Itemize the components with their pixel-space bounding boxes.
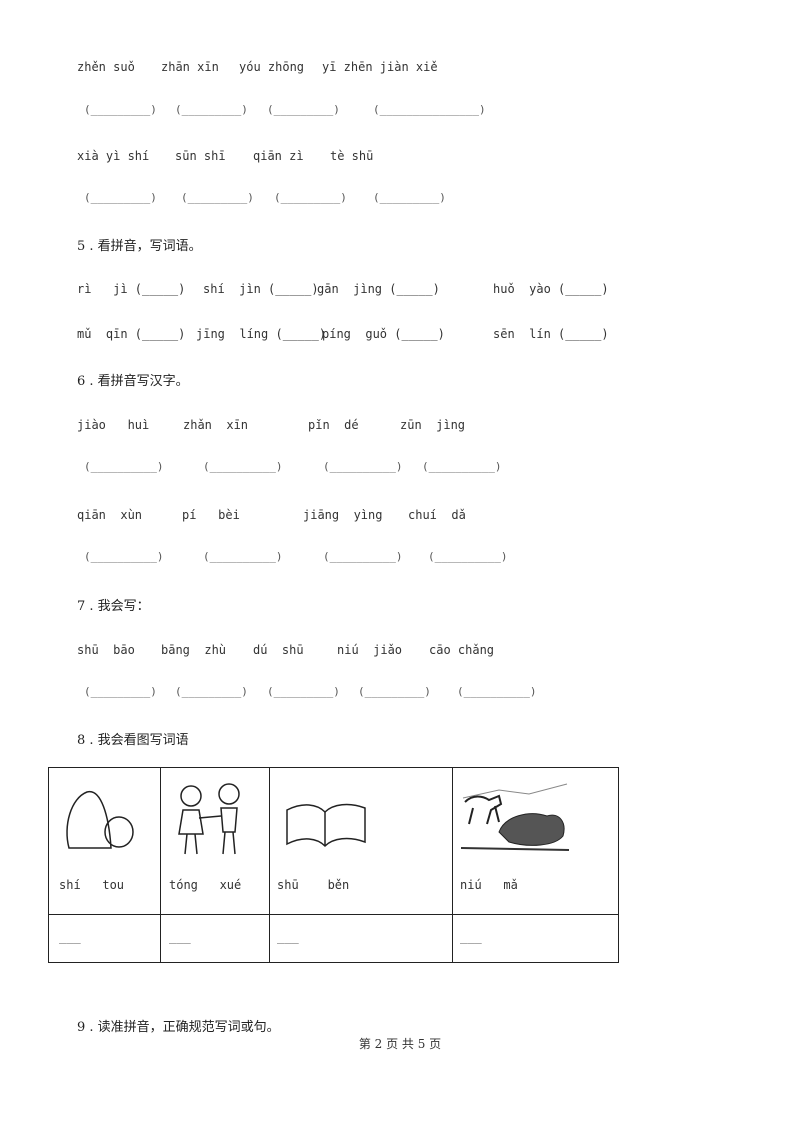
pinyin: jiāng yìng xyxy=(303,508,383,522)
divider xyxy=(160,768,161,962)
question-9-title: 9 . 读准拼音，正确规范写词或句。 xyxy=(77,1020,280,1035)
answer-blank[interactable]: ___ xyxy=(277,930,299,944)
answer-blank[interactable]: (_________) xyxy=(175,102,248,118)
answer-blank[interactable]: (__________) xyxy=(84,459,163,475)
answer-blank[interactable]: (_________) xyxy=(84,102,157,118)
answer-blank[interactable]: (__________) xyxy=(84,549,163,565)
pinyin-blank[interactable]: shí jìn (_____) xyxy=(203,281,319,297)
question-5-title: 5 . 看拼音，写词语。 xyxy=(77,239,202,254)
answer-blank[interactable]: (_________) xyxy=(84,190,157,206)
answer-blank[interactable]: ___ xyxy=(169,930,191,944)
question-7-title: 7 . 我会写： xyxy=(77,599,150,614)
answer-blank[interactable]: (_________) xyxy=(267,684,340,700)
pinyin: niú jiǎo xyxy=(337,643,403,657)
answer-blank[interactable]: (_______________) xyxy=(373,102,486,118)
pinyin-blank[interactable]: mǔ qīn (_____) xyxy=(77,326,185,342)
answer-blank[interactable]: ___ xyxy=(460,930,482,944)
question-6-title: 6 . 看拼音写汉字。 xyxy=(77,374,189,389)
answer-blank[interactable]: (__________) xyxy=(422,459,501,475)
pinyin-blank[interactable]: huǒ yào (_____) xyxy=(493,281,609,297)
answer-blank[interactable]: (_________) xyxy=(358,684,431,700)
picture-word-table: shí tou tóng xué shū běn niú mǎ ___ ___ … xyxy=(48,767,619,963)
divider xyxy=(269,768,270,962)
pinyin: zhān xīn xyxy=(161,60,219,74)
divider xyxy=(452,768,453,962)
pinyin: yóu zhōng xyxy=(239,60,305,74)
pinyin-blank[interactable]: sēn lín (_____) xyxy=(493,326,609,342)
pinyin: sūn shī xyxy=(175,149,226,163)
pinyin: zhǎn xīn xyxy=(183,418,249,432)
question-8-title: 8 . 我会看图写词语 xyxy=(77,733,189,748)
pinyin: yī zhēn jiàn xiě xyxy=(322,60,438,74)
answer-blank[interactable]: (__________) xyxy=(323,549,402,565)
pinyin: qiān zì xyxy=(253,149,304,163)
pinyin-blank[interactable]: rì jì (_____) xyxy=(77,281,185,297)
cell-pinyin: shū běn xyxy=(277,878,350,892)
divider xyxy=(49,914,618,915)
cow-and-horse-picture xyxy=(460,783,570,851)
pinyin: shū bāo xyxy=(77,643,135,657)
pinyin-blank[interactable]: gān jìng (_____) xyxy=(317,281,440,297)
classmates-picture xyxy=(178,783,240,855)
answer-blank[interactable]: (_________) xyxy=(84,684,157,700)
cell-pinyin: shí tou xyxy=(59,878,125,892)
stone-picture xyxy=(66,791,134,849)
answer-blank[interactable]: (_________) xyxy=(267,102,340,118)
answer-blank[interactable]: (__________) xyxy=(203,459,282,475)
pinyin: bāng zhù xyxy=(161,643,227,657)
pinyin: zūn jìng xyxy=(400,418,466,432)
cell-pinyin: tóng xué xyxy=(169,878,242,892)
pinyin: pí bèi xyxy=(182,508,240,522)
answer-blank[interactable]: (__________) xyxy=(428,549,507,565)
pinyin-blank[interactable]: jīng líng (_____) xyxy=(196,326,326,342)
book-picture xyxy=(286,803,366,848)
cell-pinyin: niú mǎ xyxy=(460,878,518,892)
pinyin: qiān xùn xyxy=(77,508,143,522)
answer-blank[interactable]: (__________) xyxy=(457,684,536,700)
pinyin: pǐn dé xyxy=(308,418,359,432)
answer-blank[interactable]: (_________) xyxy=(181,190,254,206)
pinyin: dú shū xyxy=(253,643,304,657)
answer-blank[interactable]: (_________) xyxy=(274,190,347,206)
pinyin: jiào huì xyxy=(77,418,150,432)
answer-blank[interactable]: (__________) xyxy=(323,459,402,475)
pinyin: tè shū xyxy=(330,149,374,163)
answer-blank[interactable]: (_________) xyxy=(175,684,248,700)
answer-blank[interactable]: (_________) xyxy=(373,190,446,206)
answer-blank[interactable]: (__________) xyxy=(203,549,282,565)
answer-blank[interactable]: ___ xyxy=(59,930,81,944)
page-footer: 第 2 页 共 5 页 xyxy=(358,1037,442,1051)
pinyin: xià yì shí xyxy=(77,149,150,163)
pinyin: chuí dǎ xyxy=(408,508,466,522)
pinyin: zhěn suǒ xyxy=(77,60,135,74)
pinyin-blank[interactable]: píng guǒ (_____) xyxy=(322,326,445,342)
pinyin: cāo chǎng xyxy=(429,643,495,657)
worksheet-page: zhěn suǒ zhān xīn yóu zhōng yī zhēn jiàn… xyxy=(0,0,800,1132)
